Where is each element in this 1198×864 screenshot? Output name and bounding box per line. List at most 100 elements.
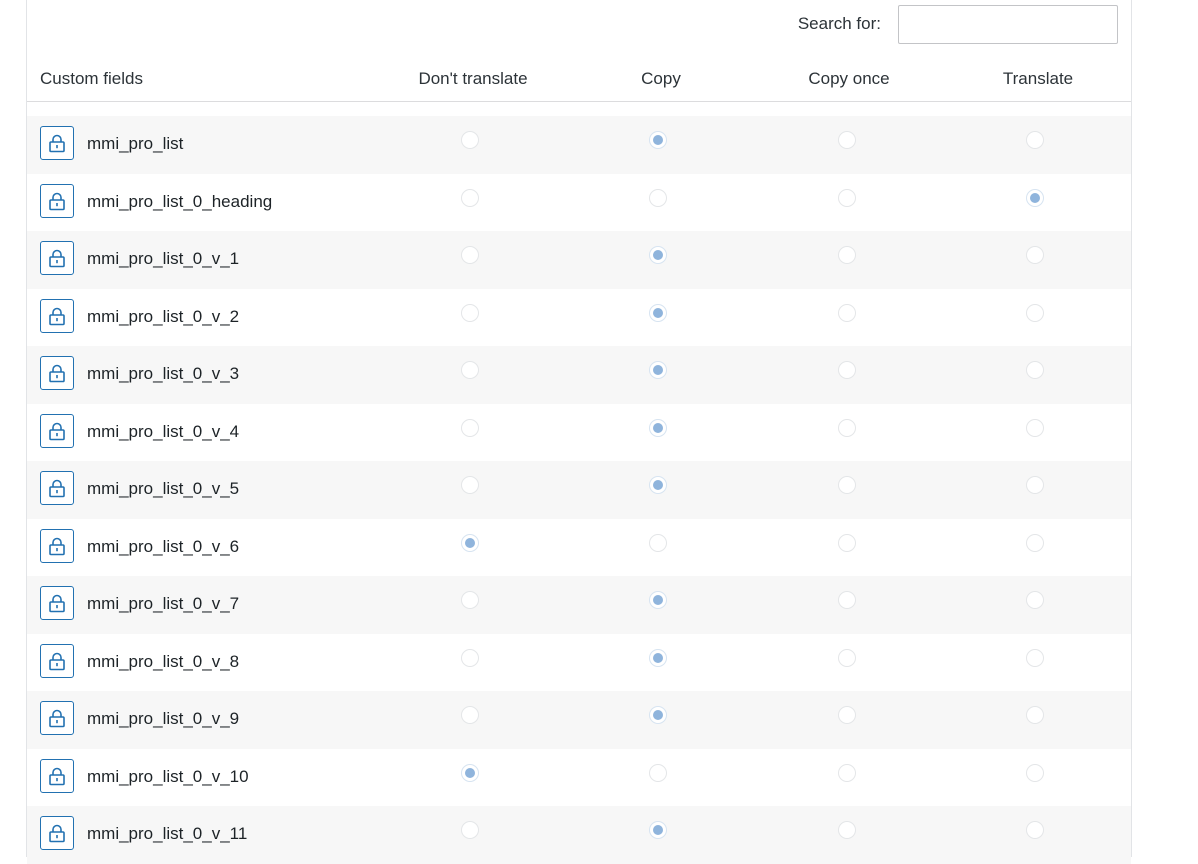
radio-copy-once[interactable] [838, 591, 856, 609]
lock-icon [49, 134, 65, 153]
table-row: mmi_pro_list_0_v_2 [27, 289, 1131, 347]
lock-button[interactable] [40, 643, 74, 678]
radio-translate[interactable] [1026, 763, 1044, 782]
radio-dont-translate[interactable] [461, 476, 479, 494]
radio-copy[interactable] [649, 821, 667, 839]
table-row: mmi_pro_list_0_v_6 [27, 519, 1131, 577]
lock-icon [49, 192, 65, 210]
radio-translate[interactable] [1026, 706, 1044, 724]
table-row: mmi_pro_list_0_v_4 [27, 404, 1131, 462]
radio-copy[interactable] [649, 418, 667, 437]
radio-copy-once[interactable] [838, 763, 856, 782]
field-name: mmi_pro_list_0_v_9 [87, 709, 240, 728]
field-name: mmi_pro_list_0_v_4 [87, 421, 240, 441]
lock-button[interactable] [40, 413, 74, 448]
lock-icon [49, 479, 65, 498]
radio-dont-translate[interactable] [461, 706, 479, 724]
radio-copy-once[interactable] [838, 648, 856, 667]
radio-dont-translate[interactable] [461, 361, 479, 379]
radio-translate[interactable] [1026, 303, 1044, 322]
radio-copy[interactable] [649, 591, 667, 609]
radio-translate[interactable] [1026, 821, 1044, 839]
radio-dont-translate[interactable] [461, 246, 479, 264]
column-header-translate: Translate [1002, 69, 1074, 88]
radio-copy[interactable] [649, 303, 667, 322]
table-row: mmi_pro_list_0_v_9 [27, 691, 1131, 749]
radio-copy[interactable] [649, 533, 667, 552]
field-name: mmi_pro_list [87, 134, 184, 153]
radio-translate[interactable] [1026, 188, 1044, 207]
radio-translate[interactable] [1026, 246, 1044, 264]
column-header-copy: Copy [641, 69, 681, 88]
table-header: Custom fields Don't translate Copy Copy … [27, 56, 1131, 102]
radio-copy-once[interactable] [838, 476, 856, 494]
lock-button[interactable] [40, 298, 74, 333]
radio-translate[interactable] [1026, 591, 1044, 609]
radio-translate[interactable] [1026, 361, 1044, 379]
radio-copy-once[interactable] [838, 246, 856, 264]
lock-button[interactable] [40, 701, 74, 735]
field-name: mmi_pro_list_0_v_6 [87, 536, 240, 556]
search-input[interactable] [898, 4, 1118, 44]
table-row: mmi_pro_list_0_v_10 [27, 749, 1131, 807]
lock-button[interactable] [40, 528, 74, 563]
radio-copy-once[interactable] [838, 821, 856, 839]
radio-translate[interactable] [1026, 418, 1044, 437]
lock-icon [49, 594, 65, 613]
lock-button[interactable] [40, 758, 74, 793]
table-row: mmi_pro_list_0_v_11 [27, 806, 1131, 864]
lock-icon [49, 364, 65, 383]
lock-button[interactable] [40, 241, 74, 275]
radio-copy-once[interactable] [838, 188, 856, 207]
radio-dont-translate[interactable] [461, 763, 479, 782]
lock-button[interactable] [40, 356, 74, 390]
radio-dont-translate[interactable] [461, 648, 479, 667]
radio-dont-translate[interactable] [461, 188, 479, 207]
table-row: mmi_pro_list_0_v_5 [27, 461, 1131, 519]
table-row: mmi_pro_list_0_v_7 [27, 576, 1131, 634]
radio-copy-once[interactable] [838, 418, 856, 437]
radio-copy[interactable] [649, 706, 667, 724]
radio-translate[interactable] [1026, 648, 1044, 667]
radio-translate[interactable] [1026, 131, 1044, 149]
lock-button[interactable] [40, 586, 74, 620]
lock-button[interactable] [40, 126, 74, 160]
radio-copy-once[interactable] [838, 706, 856, 724]
field-name: mmi_pro_list_0_v_8 [87, 651, 240, 671]
field-name: mmi_pro_list_0_v_7 [87, 594, 240, 613]
table-row: mmi_pro_list_0_v_8 [27, 634, 1131, 692]
radio-copy[interactable] [649, 246, 667, 264]
radio-copy-once[interactable] [838, 303, 856, 322]
radio-dont-translate[interactable] [461, 591, 479, 609]
lock-button[interactable] [40, 183, 74, 218]
radio-translate[interactable] [1026, 533, 1044, 552]
search-row: Search for: [797, 4, 1118, 44]
lock-icon [49, 422, 65, 440]
radio-translate[interactable] [1026, 476, 1044, 494]
radio-copy[interactable] [649, 763, 667, 782]
radio-dont-translate[interactable] [461, 131, 479, 149]
table-row: mmi_pro_list_0_v_3 [27, 346, 1131, 404]
custom-fields-panel: Search for: Custom fields Don't translat… [26, 0, 1132, 864]
radio-dont-translate[interactable] [461, 303, 479, 322]
radio-dont-translate[interactable] [461, 533, 479, 552]
radio-copy-once[interactable] [838, 533, 856, 552]
radio-copy[interactable] [649, 188, 667, 207]
radio-copy[interactable] [649, 648, 667, 667]
search-label: Search for: [797, 14, 881, 33]
radio-copy-once[interactable] [838, 131, 856, 149]
radio-copy[interactable] [649, 361, 667, 379]
lock-button[interactable] [40, 471, 74, 505]
radio-copy[interactable] [649, 476, 667, 494]
field-name: mmi_pro_list_0_v_5 [87, 479, 240, 498]
radio-dont-translate[interactable] [461, 821, 479, 839]
radio-copy[interactable] [649, 131, 667, 149]
lock-button[interactable] [40, 816, 74, 850]
field-name: mmi_pro_list_0_heading [87, 191, 273, 211]
table-row: mmi_pro_list [27, 116, 1131, 174]
field-name: mmi_pro_list_0_v_10 [87, 766, 249, 786]
radio-dont-translate[interactable] [461, 418, 479, 437]
lock-icon [49, 767, 65, 785]
radio-copy-once[interactable] [838, 361, 856, 379]
column-header-dont-translate: Don't translate [418, 69, 528, 88]
